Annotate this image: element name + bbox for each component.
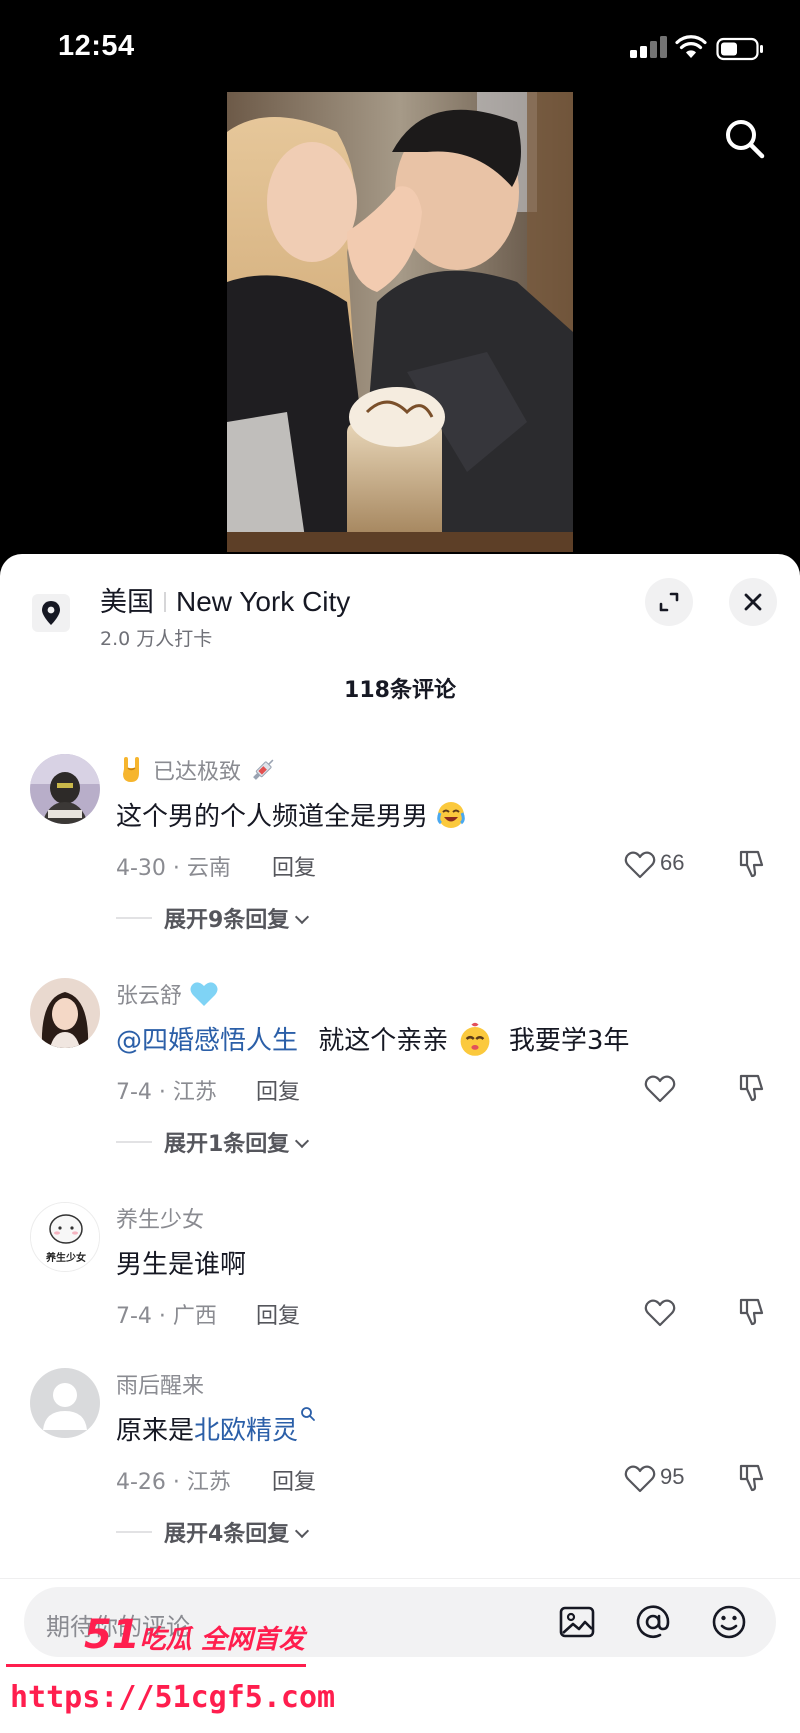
comment-date-region: 7-4 · 广西 — [116, 1304, 217, 1329]
comment-text-part: 原来是 — [116, 1416, 195, 1446]
comment-username-text: 张云舒 — [116, 984, 183, 1009]
location-city: New York City — [176, 586, 351, 617]
avatar[interactable] — [30, 1368, 100, 1438]
expand-dash — [116, 1531, 152, 1533]
comment-date-region: 7-4 · 江苏 — [116, 1080, 217, 1105]
kiss-emoji-icon — [460, 1022, 489, 1056]
expand-dash — [116, 1141, 152, 1143]
image-icon[interactable] — [558, 1603, 596, 1641]
mention-at-icon[interactable] — [634, 1603, 672, 1641]
rock-hand-icon — [123, 757, 139, 782]
avatar[interactable] — [30, 754, 100, 824]
comment-count: 118条评论 — [344, 678, 456, 703]
crying-laughing-emoji-icon — [437, 801, 466, 828]
watermark-url: https://51cgf5.com — [10, 1680, 336, 1715]
comment-text-part: 就这个亲亲 — [318, 1026, 449, 1056]
like-count: 66 — [660, 850, 685, 875]
status-bar: 12:54 — [0, 0, 800, 92]
status-time: 12:54 — [58, 30, 135, 62]
watermark-logo: 51吃瓜 全网首发 — [84, 1612, 305, 1658]
reply-button[interactable]: 回复 — [256, 1074, 300, 1106]
expand-replies-label: 展开9条回复 — [164, 908, 290, 933]
wifi-icon — [675, 35, 707, 58]
cellular-signal-icon — [630, 36, 668, 58]
comment-date-region: 4-30 · 云南 — [116, 856, 231, 881]
reply-button[interactable]: 回复 — [272, 1464, 316, 1496]
reply-button[interactable]: 回复 — [272, 850, 316, 882]
comment-date-region: 4-26 · 江苏 — [116, 1470, 231, 1495]
expand-dash — [116, 917, 152, 919]
expand-replies-label: 展开4条回复 — [164, 1522, 290, 1547]
watermark-logo-number: 51 — [84, 1612, 140, 1658]
avatar-caption: 养生少女 — [45, 1251, 86, 1264]
search-small-icon[interactable] — [300, 1406, 316, 1422]
avatar[interactable] — [30, 978, 100, 1048]
comment-text: 这个男的个人频道全是男男 — [116, 796, 466, 833]
comment-username[interactable]: 雨后醒来 — [116, 1368, 204, 1400]
video-thumbnail[interactable] — [227, 92, 573, 552]
like-count: 95 — [660, 1464, 685, 1489]
heart-icon — [644, 1075, 676, 1103]
expand-replies-label: 展开1条回复 — [164, 1132, 290, 1157]
comment-username[interactable]: 养生少女 — [116, 1202, 204, 1234]
search-suggestion-link[interactable]: 北欧精灵 — [194, 1416, 298, 1446]
chevron-down-icon — [295, 909, 310, 925]
location-title[interactable]: 美国 New York City — [100, 580, 350, 619]
dislike-icon[interactable] — [736, 1462, 768, 1494]
expand-replies-button[interactable]: 展开9条回复 — [116, 902, 310, 934]
comment-username[interactable]: 已达极致 — [116, 754, 278, 788]
dislike-icon[interactable] — [736, 1072, 768, 1104]
checkin-count: 2.0 万人打卡 — [100, 628, 213, 650]
location-pin-icon[interactable] — [32, 594, 70, 632]
light-blue-heart-icon — [190, 982, 218, 1006]
close-icon — [744, 593, 762, 611]
chevron-down-icon — [295, 1133, 310, 1149]
expand-replies-button[interactable]: 展开1条回复 — [116, 1126, 310, 1158]
watermark-underline — [6, 1664, 306, 1667]
comment-text-body: 这个男的个人频道全是男男 — [116, 802, 429, 832]
comment-text: @四婚感悟人生 就这个亲亲 我要学3年 — [116, 1020, 629, 1060]
expand-replies-button[interactable]: 展开4条回复 — [116, 1516, 310, 1548]
reply-button[interactable]: 回复 — [256, 1298, 300, 1330]
video-player[interactable] — [0, 92, 800, 572]
heart-icon — [624, 1465, 656, 1493]
expand-icon — [659, 592, 679, 612]
location-divider — [164, 591, 166, 612]
emoji-icon[interactable] — [710, 1603, 748, 1641]
dislike-icon[interactable] — [736, 1296, 768, 1328]
watermark-logo-text: 吃瓜 全网首发 — [139, 1625, 305, 1655]
location-country: 美国 — [100, 587, 154, 618]
comment-username[interactable]: 张云舒 — [116, 978, 219, 1012]
expand-sheet-button[interactable] — [645, 578, 693, 626]
comment-text-part: 我要学3年 — [508, 1026, 630, 1056]
comment-sheet: 美国 New York City 2.0 万人打卡 118条评论 已达极致 这个… — [0, 554, 800, 1733]
search-icon[interactable] — [720, 114, 768, 162]
comment-text: 原来是北欧精灵 — [116, 1407, 316, 1447]
chevron-down-icon — [295, 1523, 310, 1539]
heart-icon — [644, 1299, 676, 1327]
heart-icon — [624, 851, 656, 879]
avatar[interactable]: 养生少女 — [30, 1202, 100, 1272]
battery-icon — [716, 37, 763, 61]
syringe-icon — [253, 759, 274, 780]
dislike-icon[interactable] — [736, 848, 768, 880]
comment-mention-link[interactable]: @四婚感悟人生 — [116, 1026, 298, 1056]
comment-username-text: 已达极致 — [153, 760, 242, 785]
comment-text: 男生是谁啊 — [116, 1250, 247, 1280]
close-button[interactable] — [729, 578, 777, 626]
